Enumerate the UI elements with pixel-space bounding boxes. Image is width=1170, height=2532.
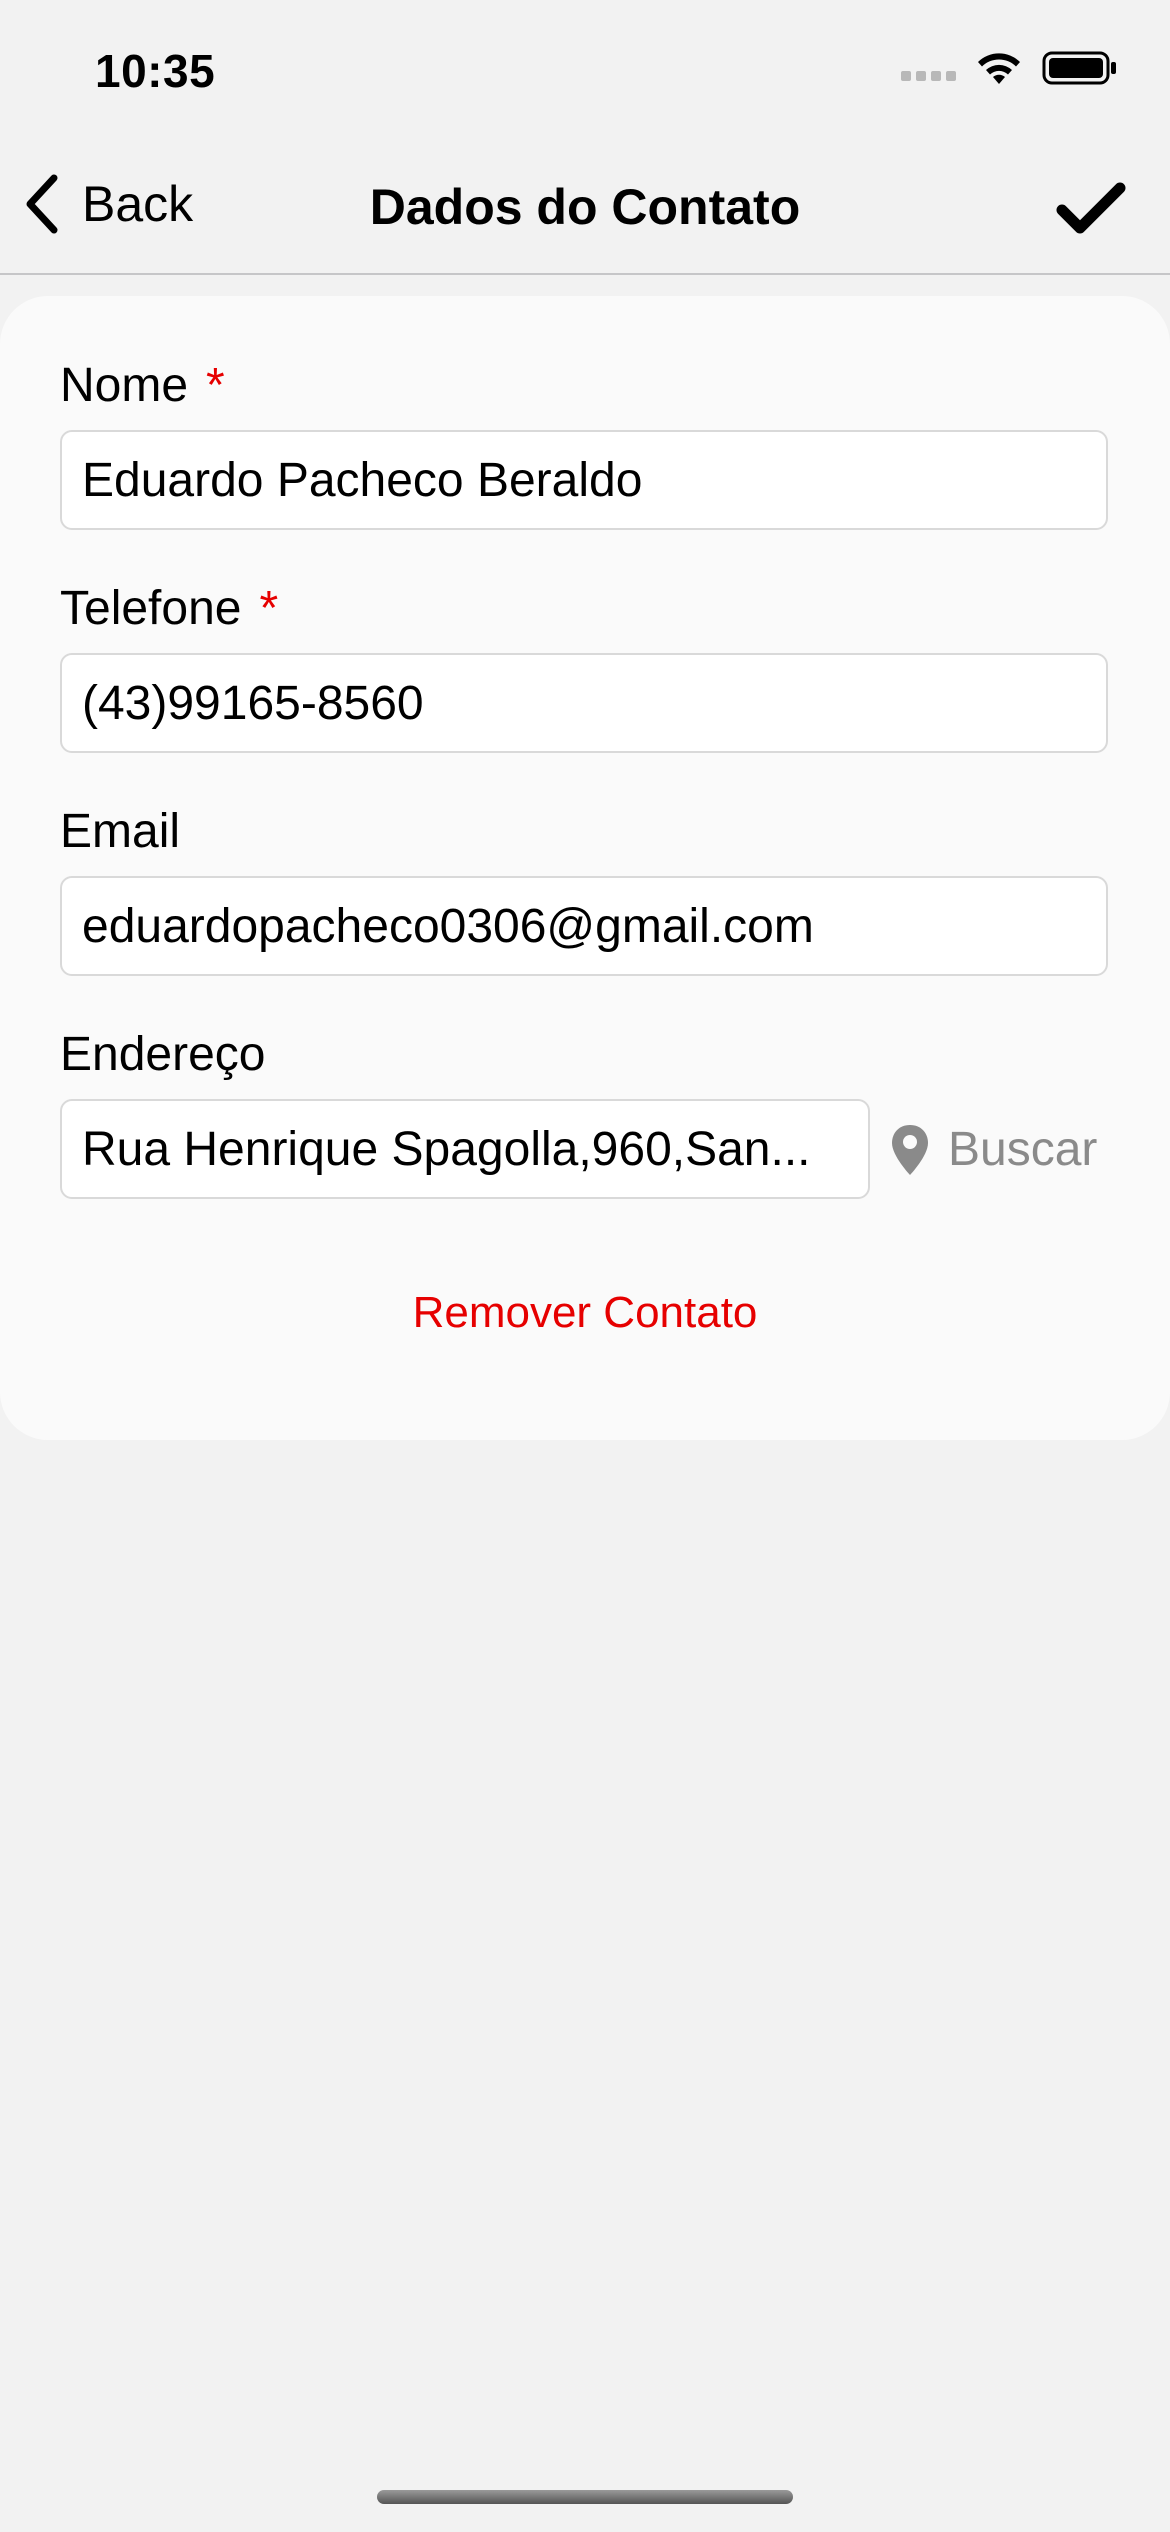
home-indicator <box>377 2490 793 2504</box>
status-icons <box>901 50 1118 86</box>
wifi-icon <box>978 53 1020 84</box>
email-label: Email <box>60 804 180 859</box>
address-label-text: Endereço <box>60 1028 266 1081</box>
status-bar: 10:35 <box>0 0 1170 140</box>
signal-icon <box>901 71 956 81</box>
address-field[interactable]: Rua Henrique Spagolla,960,San... <box>60 1099 870 1199</box>
address-label: Endereço <box>60 1027 265 1082</box>
map-pin-icon <box>892 1124 928 1175</box>
email-value: eduardopacheco0306@gmail.com <box>82 899 814 953</box>
navigation-bar: Back Dados do Contato <box>0 140 1170 275</box>
phone-label-text: Telefone <box>60 582 242 635</box>
search-address-label: Buscar <box>948 1123 1098 1176</box>
email-field[interactable]: eduardopacheco0306@gmail.com <box>60 876 1108 976</box>
phone-value: (43)99165-8560 <box>82 676 424 730</box>
required-marker: * <box>206 359 225 412</box>
name-field[interactable]: Eduardo Pacheco Beraldo <box>60 430 1108 530</box>
status-time: 10:35 <box>95 45 216 97</box>
email-label-text: Email <box>60 805 181 858</box>
phone-field[interactable]: (43)99165-8560 <box>60 653 1108 753</box>
remove-contact-button[interactable]: Remover Contato <box>0 1288 1170 1338</box>
address-value: Rua Henrique Spagolla,960,San... <box>82 1122 811 1176</box>
search-address-button[interactable]: Buscar <box>890 1122 1097 1177</box>
battery-icon <box>1042 51 1116 85</box>
name-label-text: Nome <box>60 359 189 412</box>
phone-label: Telefone * <box>60 581 278 636</box>
checkmark-icon <box>1056 182 1126 234</box>
name-label: Nome * <box>60 358 225 413</box>
contact-form-card: Nome * Eduardo Pacheco Beraldo Telefone * … <box>0 296 1170 1440</box>
name-value: Eduardo Pacheco Beraldo <box>82 453 643 507</box>
page-title: Dados do Contato <box>369 179 801 235</box>
required-marker: * <box>259 582 279 635</box>
confirm-button[interactable] <box>1056 180 1126 241</box>
